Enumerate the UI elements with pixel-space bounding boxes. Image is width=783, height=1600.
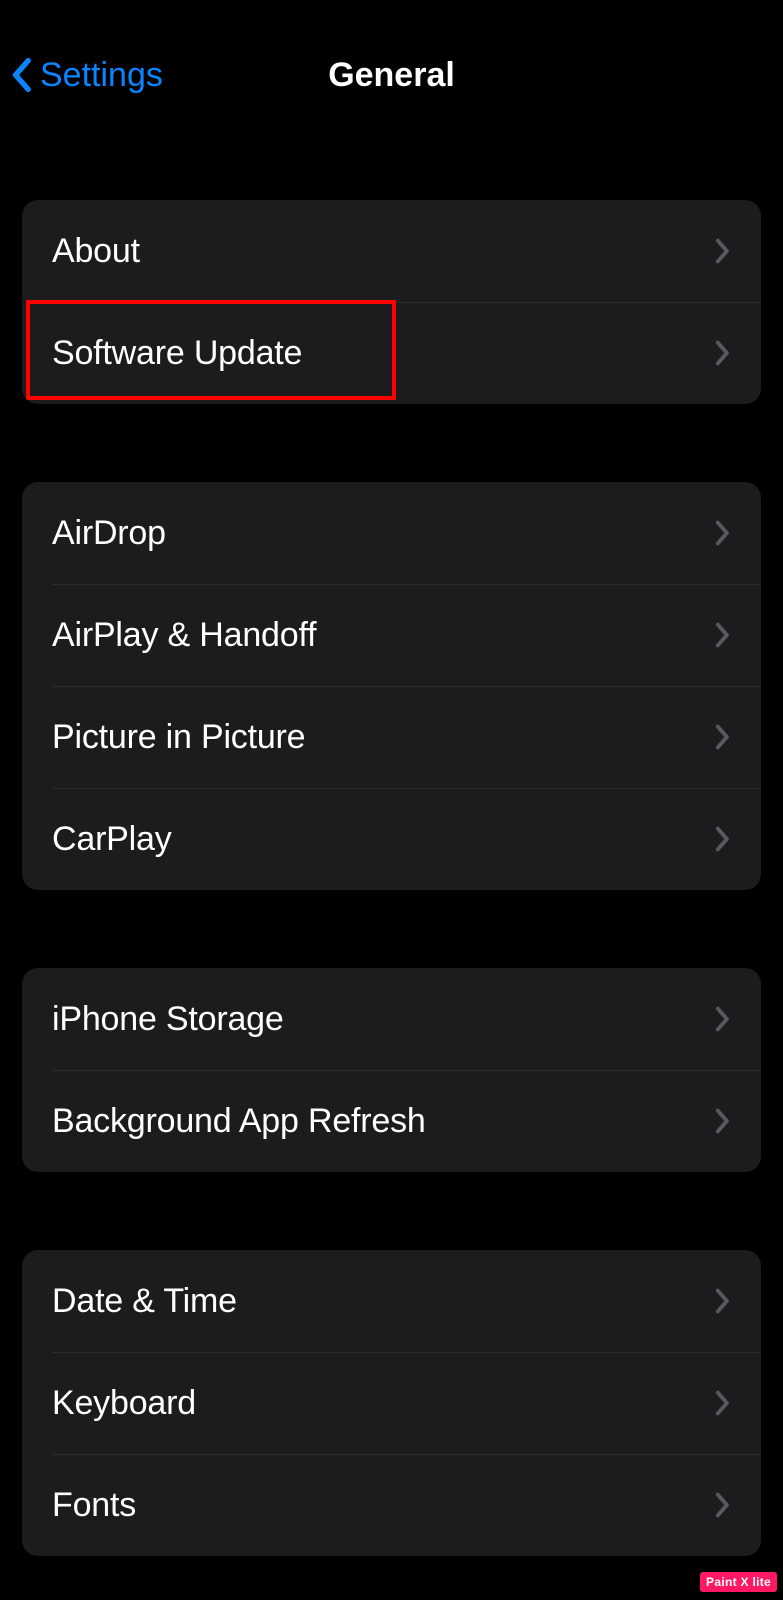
back-label: Settings (40, 56, 163, 95)
settings-content: About Software Update AirDrop AirPlay & … (0, 200, 783, 1556)
row-background-app-refresh[interactable]: Background App Refresh (22, 1070, 761, 1172)
chevron-right-icon (715, 724, 731, 750)
chevron-right-icon (715, 1492, 731, 1518)
row-carplay[interactable]: CarPlay (22, 788, 761, 890)
row-about[interactable]: About (22, 200, 761, 302)
row-label: iPhone Storage (52, 1000, 284, 1039)
settings-group: About Software Update (22, 200, 761, 404)
chevron-right-icon (715, 520, 731, 546)
row-label: Software Update (52, 334, 302, 373)
watermark-badge: Paint X lite (700, 1572, 777, 1592)
chevron-right-icon (715, 622, 731, 648)
chevron-right-icon (715, 1006, 731, 1032)
navigation-bar: Settings General (0, 0, 783, 110)
settings-group: iPhone Storage Background App Refresh (22, 968, 761, 1172)
chevron-right-icon (715, 826, 731, 852)
row-airplay-handoff[interactable]: AirPlay & Handoff (22, 584, 761, 686)
row-label: CarPlay (52, 820, 172, 859)
row-label: AirPlay & Handoff (52, 616, 316, 655)
row-iphone-storage[interactable]: iPhone Storage (22, 968, 761, 1070)
row-airdrop[interactable]: AirDrop (22, 482, 761, 584)
chevron-right-icon (715, 238, 731, 264)
chevron-left-icon (10, 57, 32, 93)
row-date-time[interactable]: Date & Time (22, 1250, 761, 1352)
settings-group: AirDrop AirPlay & Handoff Picture in Pic… (22, 482, 761, 890)
row-label: Background App Refresh (52, 1102, 426, 1141)
row-picture-in-picture[interactable]: Picture in Picture (22, 686, 761, 788)
back-button[interactable]: Settings (10, 56, 163, 95)
chevron-right-icon (715, 340, 731, 366)
row-label: Keyboard (52, 1384, 196, 1423)
row-fonts[interactable]: Fonts (22, 1454, 761, 1556)
chevron-right-icon (715, 1288, 731, 1314)
settings-group: Date & Time Keyboard Fonts (22, 1250, 761, 1556)
row-label: Picture in Picture (52, 718, 305, 757)
row-keyboard[interactable]: Keyboard (22, 1352, 761, 1454)
page-title: General (328, 56, 455, 95)
row-label: AirDrop (52, 514, 166, 553)
row-label: Date & Time (52, 1282, 237, 1321)
chevron-right-icon (715, 1390, 731, 1416)
row-software-update[interactable]: Software Update (22, 302, 761, 404)
row-label: About (52, 232, 140, 271)
chevron-right-icon (715, 1108, 731, 1134)
row-label: Fonts (52, 1486, 136, 1525)
